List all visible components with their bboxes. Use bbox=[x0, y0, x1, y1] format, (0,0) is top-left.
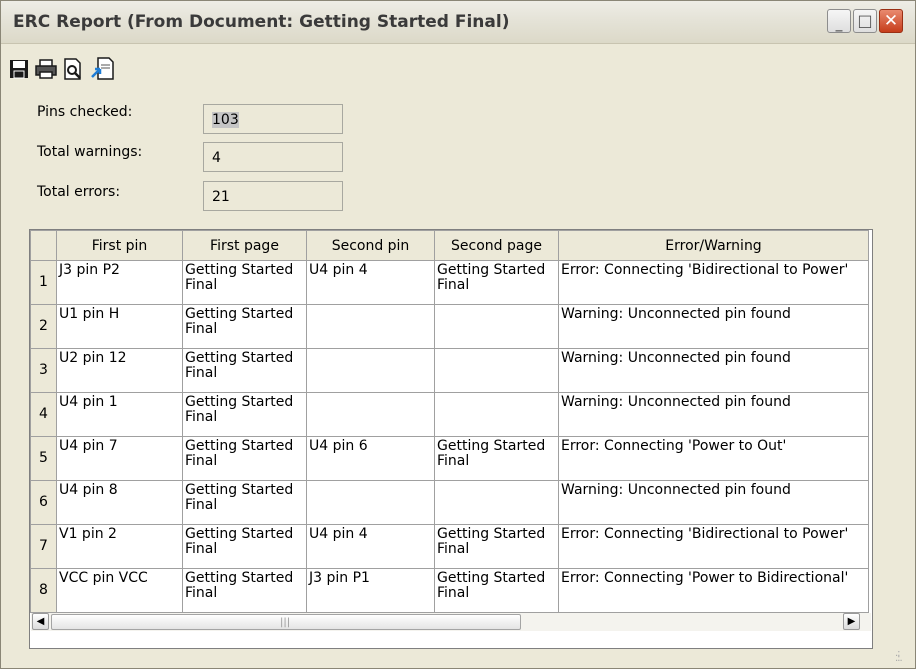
cell-second-pin: J3 pin P1 bbox=[306, 568, 435, 613]
cell-error-warning: Warning: Unconnected pin found bbox=[558, 304, 869, 349]
pins-checked-field[interactable]: 103 bbox=[203, 104, 343, 134]
cell-error-warning: Error: Connecting 'Power to Out' bbox=[558, 436, 869, 481]
table-row[interactable]: 1 J3 pin P2 Getting Started Final U4 pin 4G… bbox=[30, 260, 869, 305]
column-header-second-page[interactable]: Second page bbox=[434, 230, 559, 261]
cell-second-page bbox=[434, 304, 559, 349]
table-row[interactable]: 2 U1 pin H Getting Started Final Warning: U… bbox=[30, 304, 869, 349]
scroll-right-button[interactable]: ▶ bbox=[843, 613, 860, 630]
row-number[interactable]: 5 bbox=[30, 436, 57, 481]
total-warnings-field[interactable]: 4 bbox=[203, 142, 343, 172]
save-icon[interactable] bbox=[5, 55, 33, 83]
minimize-button[interactable]: _ bbox=[827, 9, 851, 33]
row-number[interactable]: 7 bbox=[30, 524, 57, 569]
cell-first-page: Getting Started Final bbox=[182, 260, 307, 305]
table-row[interactable]: 6 U4 pin 8 Getting Started Final Warning: U… bbox=[30, 480, 869, 525]
cell-second-page bbox=[434, 392, 559, 437]
horizontal-scroll-thumb[interactable]: ||| bbox=[51, 614, 521, 630]
cell-error-warning: Warning: Unconnected pin found bbox=[558, 480, 869, 525]
window-title: ERC Report (From Document: Getting Start… bbox=[13, 12, 510, 32]
print-preview-icon[interactable] bbox=[59, 55, 87, 83]
pins-checked-label: Pins checked: bbox=[37, 104, 133, 120]
column-header-first-pin[interactable]: First pin bbox=[56, 230, 183, 261]
total-errors-value: 21 bbox=[212, 189, 230, 205]
cell-second-pin: U4 pin 6 bbox=[306, 436, 435, 481]
cell-first-pin: VCC pin VCC bbox=[56, 568, 183, 613]
cell-first-pin: U2 pin 12 bbox=[56, 348, 183, 393]
table-row[interactable]: 8 VCC pin VCC Getting Started Final J3 pin … bbox=[30, 568, 869, 613]
total-warnings-label: Total warnings: bbox=[37, 144, 143, 160]
column-header-first-page[interactable]: First page bbox=[182, 230, 307, 261]
minimize-icon: _ bbox=[835, 16, 843, 32]
pins-checked-value: 103 bbox=[212, 112, 239, 128]
resize-grip-icon[interactable]: .:.:. bbox=[895, 649, 909, 665]
cell-first-page: Getting Started Final bbox=[182, 436, 307, 481]
maximize-icon: □ bbox=[857, 11, 873, 30]
export-icon[interactable] bbox=[89, 55, 117, 83]
row-number[interactable]: 8 bbox=[30, 568, 57, 613]
erc-table: First pin First page Second pin Second p… bbox=[30, 230, 869, 613]
cell-first-pin: U4 pin 7 bbox=[56, 436, 183, 481]
row-number[interactable]: 4 bbox=[30, 392, 57, 437]
maximize-button[interactable]: □ bbox=[853, 9, 877, 33]
total-errors-label: Total errors: bbox=[37, 184, 121, 200]
row-number[interactable]: 3 bbox=[30, 348, 57, 393]
cell-first-page: Getting Started Final bbox=[182, 524, 307, 569]
cell-second-page: Getting Started Final bbox=[434, 524, 559, 569]
row-number[interactable]: 1 bbox=[30, 260, 57, 305]
cell-error-warning: Warning: Unconnected pin found bbox=[558, 348, 869, 393]
cell-first-pin: U4 pin 8 bbox=[56, 480, 183, 525]
grip-icon: ||| bbox=[280, 617, 291, 628]
cell-first-page: Getting Started Final bbox=[182, 568, 307, 613]
row-number[interactable]: 6 bbox=[30, 480, 57, 525]
corner-header bbox=[30, 230, 57, 261]
cell-error-warning: Warning: Unconnected pin found bbox=[558, 392, 869, 437]
right-arrow-icon: ▶ bbox=[847, 616, 856, 627]
table-row[interactable]: 4 U4 pin 1 Getting Started Final Warning: U… bbox=[30, 392, 869, 437]
total-warnings-value: 4 bbox=[212, 150, 221, 166]
cell-error-warning: Error: Connecting 'Bidirectional to Powe… bbox=[558, 260, 869, 305]
cell-first-page: Getting Started Final bbox=[182, 480, 307, 525]
close-button[interactable]: ✕ bbox=[879, 9, 903, 33]
table-row[interactable]: 5 U4 pin 7 Getting Started Final U4 pin 6 Ge… bbox=[30, 436, 869, 481]
table-row[interactable]: 3 U2 pin 12 Getting Started Final Warning: … bbox=[30, 348, 869, 393]
cell-second-pin bbox=[306, 304, 435, 349]
cell-first-pin: U4 pin 1 bbox=[56, 392, 183, 437]
column-header-second-pin[interactable]: Second pin bbox=[306, 230, 435, 261]
cell-second-pin: U4 pin 4 bbox=[306, 260, 435, 305]
cell-first-pin: V1 pin 2 bbox=[56, 524, 183, 569]
cell-second-page bbox=[434, 348, 559, 393]
cell-error-warning: Error: Connecting 'Bidirectional to Powe… bbox=[558, 524, 869, 569]
cell-second-pin bbox=[306, 480, 435, 525]
table-row[interactable]: 7 V1 pin 2 Getting Started Final U4 pin 4 Ge… bbox=[30, 524, 869, 569]
print-icon[interactable] bbox=[32, 55, 60, 83]
cell-second-pin bbox=[306, 392, 435, 437]
cell-second-page bbox=[434, 480, 559, 525]
scroll-left-button[interactable]: ◀ bbox=[32, 613, 49, 630]
cell-second-pin: U4 pin 4 bbox=[306, 524, 435, 569]
cell-first-pin: U1 pin H bbox=[56, 304, 183, 349]
cell-second-page: Getting Started Final bbox=[434, 436, 559, 481]
cell-first-page: Getting Started Final bbox=[182, 392, 307, 437]
title-bar[interactable]: ERC Report (From Document: Getting Start… bbox=[1, 1, 915, 44]
cell-first-pin: J3 pin P2 bbox=[56, 260, 183, 305]
erc-report-window: ERC Report (From Document: Getting Start… bbox=[0, 0, 916, 669]
erc-results-grid: First pin First page Second pin Second p… bbox=[29, 229, 873, 649]
column-header-error-warning[interactable]: Error/Warning bbox=[558, 230, 869, 261]
cell-second-page: Getting Started Final bbox=[434, 568, 559, 613]
cell-error-warning: Error: Connecting 'Power to Bidirectiona… bbox=[558, 568, 869, 613]
row-number[interactable]: 2 bbox=[30, 304, 57, 349]
left-arrow-icon: ◀ bbox=[36, 616, 45, 627]
horizontal-scrollbar[interactable]: ◀ ||| ▶ bbox=[31, 613, 871, 631]
cell-first-page: Getting Started Final bbox=[182, 304, 307, 349]
cell-second-pin bbox=[306, 348, 435, 393]
cell-second-page: Getting Started Final bbox=[434, 260, 559, 305]
close-icon: ✕ bbox=[883, 11, 899, 31]
cell-first-page: Getting Started Final bbox=[182, 348, 307, 393]
total-errors-field[interactable]: 21 bbox=[203, 181, 343, 211]
